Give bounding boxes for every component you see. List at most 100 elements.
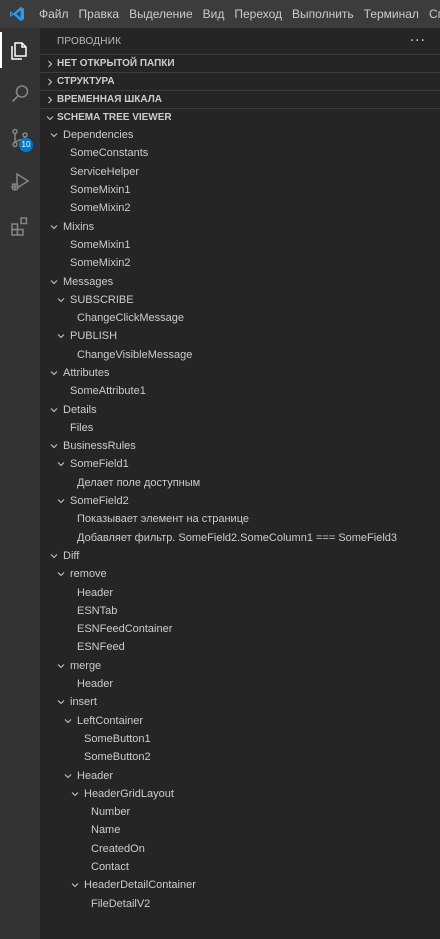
tree-item[interactable]: Details bbox=[40, 400, 440, 418]
tree-item-label: merge bbox=[70, 659, 102, 672]
tree-item-label: Header bbox=[77, 769, 114, 782]
tree-item[interactable]: BusinessRules bbox=[40, 437, 440, 455]
tree-item-label: insert bbox=[70, 696, 97, 709]
menu-item[interactable]: Справ bbox=[424, 0, 440, 28]
chevron-down-icon bbox=[43, 113, 57, 123]
tree-item-label: Files bbox=[70, 421, 94, 434]
tree-item[interactable]: CreatedOn bbox=[40, 840, 440, 858]
chevron-down-icon bbox=[47, 130, 61, 140]
tree-item-label: Добавляет фильтр. SomeField2.SomeColumn1… bbox=[77, 531, 398, 544]
search-icon[interactable] bbox=[0, 72, 40, 116]
tree-item[interactable]: remove bbox=[40, 565, 440, 583]
tree-item[interactable]: SomeMixin2 bbox=[40, 199, 440, 217]
chevron-right-icon bbox=[43, 59, 57, 69]
section-header[interactable]: НЕТ ОТКРЫТОЙ ПАПКИ bbox=[40, 54, 440, 72]
tree-item-label: SomeField1 bbox=[70, 458, 129, 471]
tree-item[interactable]: HeaderGridLayout bbox=[40, 785, 440, 803]
tree-item-label: HeaderDetailContainer bbox=[84, 879, 196, 892]
section-label: НЕТ ОТКРЫТОЙ ПАПКИ bbox=[57, 58, 175, 69]
tree-item[interactable]: ESNFeedContainer bbox=[40, 620, 440, 638]
tree-item-label: ESNTab bbox=[77, 604, 118, 617]
menu-item[interactable]: Файл bbox=[34, 0, 74, 28]
tree-item-label: Делает поле доступным bbox=[77, 476, 201, 489]
chevron-down-icon bbox=[54, 331, 68, 341]
run-debug-icon[interactable] bbox=[0, 160, 40, 204]
tree-item[interactable]: Contact bbox=[40, 858, 440, 876]
chevron-down-icon bbox=[47, 551, 61, 561]
tree-item[interactable]: Diff bbox=[40, 547, 440, 565]
tree-item-label: Messages bbox=[63, 275, 114, 288]
tree-item[interactable]: Header bbox=[40, 766, 440, 784]
tree-item[interactable]: SomeField1 bbox=[40, 455, 440, 473]
tree-item-label: Header bbox=[77, 678, 114, 691]
tree-item-label: SomeButton1 bbox=[84, 732, 151, 745]
menu-item[interactable]: Переход bbox=[229, 0, 287, 28]
menu-item[interactable]: Вид bbox=[198, 0, 230, 28]
tree-item-label: SomeAttribute1 bbox=[70, 385, 146, 398]
tree-item[interactable]: Header bbox=[40, 675, 440, 693]
tree-item[interactable]: Делает поле доступным bbox=[40, 474, 440, 492]
tree-item[interactable]: LeftContainer bbox=[40, 712, 440, 730]
tree-item[interactable]: ESNFeed bbox=[40, 638, 440, 656]
chevron-down-icon bbox=[47, 277, 61, 287]
menu-item[interactable]: Правка bbox=[74, 0, 125, 28]
tree-item[interactable]: Показывает элемент на странице bbox=[40, 510, 440, 528]
tree-item[interactable]: SomeButton2 bbox=[40, 748, 440, 766]
tree-item-label: CreatedOn bbox=[91, 842, 145, 855]
tree-item[interactable]: insert bbox=[40, 693, 440, 711]
tree-item[interactable]: Mixins bbox=[40, 217, 440, 235]
tree-item[interactable]: SomeField2 bbox=[40, 492, 440, 510]
tree-item[interactable]: SomeMixin2 bbox=[40, 254, 440, 272]
tree-item[interactable]: merge bbox=[40, 657, 440, 675]
chevron-down-icon bbox=[54, 569, 68, 579]
tree-item[interactable]: FileDetailV2 bbox=[40, 894, 440, 912]
tree-item[interactable]: Name bbox=[40, 821, 440, 839]
extensions-icon[interactable] bbox=[0, 204, 40, 248]
section-label: SCHEMA TREE VIEWER bbox=[57, 112, 172, 123]
tree-item-label: Contact bbox=[91, 861, 129, 874]
tree-item[interactable]: ServiceHelper bbox=[40, 163, 440, 181]
tree-item-label: Diff bbox=[63, 549, 80, 562]
chevron-right-icon bbox=[43, 95, 57, 105]
tree-item[interactable]: ESNTab bbox=[40, 602, 440, 620]
source-control-icon[interactable]: 10 bbox=[0, 116, 40, 160]
tree-item-label: Attributes bbox=[63, 367, 110, 379]
section-header[interactable]: SCHEMA TREE VIEWER bbox=[40, 108, 440, 126]
chevron-down-icon bbox=[54, 661, 68, 671]
tree-item[interactable]: HeaderDetailContainer bbox=[40, 876, 440, 894]
tree-item-label: ChangeVisibleMessage bbox=[77, 348, 193, 361]
chevron-down-icon bbox=[47, 441, 61, 451]
more-actions-icon[interactable]: ··· bbox=[410, 34, 426, 48]
menu-item[interactable]: Терминал bbox=[359, 0, 424, 28]
chevron-down-icon bbox=[61, 771, 75, 781]
tree-item[interactable]: Добавляет фильтр. SomeField2.SomeColumn1… bbox=[40, 529, 440, 547]
tree-item[interactable]: ChangeVisibleMessage bbox=[40, 346, 440, 364]
tree-item[interactable]: SomeMixin1 bbox=[40, 236, 440, 254]
section-header[interactable]: СТРУКТУРА bbox=[40, 72, 440, 90]
tree-item[interactable]: Header bbox=[40, 583, 440, 601]
tree-item[interactable]: SomeMixin1 bbox=[40, 181, 440, 199]
tree-item[interactable]: Messages bbox=[40, 272, 440, 290]
menu-item[interactable]: Выполнить bbox=[287, 0, 359, 28]
source-control-badge: 10 bbox=[19, 138, 33, 152]
explorer-icon[interactable] bbox=[0, 28, 40, 72]
section-label: ВРЕМЕННАЯ ШКАЛА bbox=[57, 94, 162, 105]
chevron-down-icon bbox=[54, 459, 68, 469]
tree-item-label: Number bbox=[91, 806, 131, 819]
tree-item[interactable]: PUBLISH bbox=[40, 327, 440, 345]
activity-bar: 10 bbox=[0, 28, 40, 939]
section-header[interactable]: ВРЕМЕННАЯ ШКАЛА bbox=[40, 90, 440, 108]
tree-item[interactable]: Attributes bbox=[40, 364, 440, 382]
tree-item[interactable]: Dependencies bbox=[40, 126, 440, 144]
tree-item[interactable]: Number bbox=[40, 803, 440, 821]
tree-item[interactable]: SomeAttribute1 bbox=[40, 382, 440, 400]
tree-item[interactable]: Files bbox=[40, 419, 440, 437]
tree-item[interactable]: SUBSCRIBE bbox=[40, 291, 440, 309]
sidebar-sections: НЕТ ОТКРЫТОЙ ПАПКИ СТРУКТУРА ВРЕМЕННАЯ ШКА… bbox=[40, 54, 440, 126]
tree-item[interactable]: SomeConstants bbox=[40, 144, 440, 162]
menu-item[interactable]: Выделение bbox=[124, 0, 198, 28]
tree-item[interactable]: SomeButton1 bbox=[40, 730, 440, 748]
chevron-down-icon bbox=[54, 697, 68, 707]
menu-bar: Файл Правка Выделение Вид Переход Выполнить Те… bbox=[34, 0, 440, 28]
tree-item[interactable]: ChangeClickMessage bbox=[40, 309, 440, 327]
